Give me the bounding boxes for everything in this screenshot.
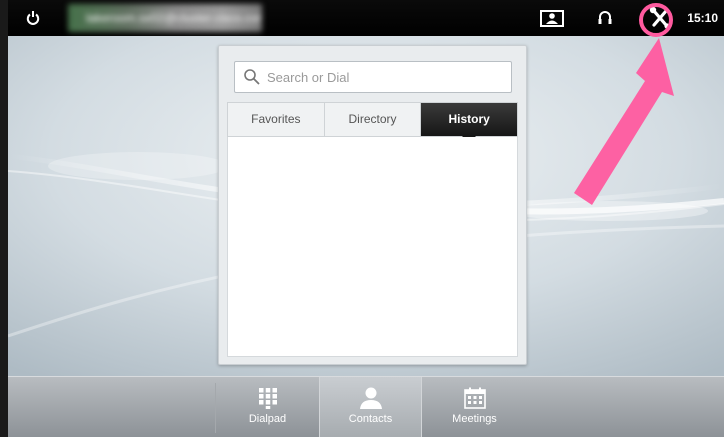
search-or-dial-input[interactable] [267, 69, 497, 85]
selfview-icon [540, 10, 564, 27]
dialpad-label: Dialpad [248, 413, 287, 425]
search-icon [244, 69, 260, 85]
contacts-panel: Favorites Directory History [218, 45, 527, 365]
selfview-button[interactable] [538, 0, 568, 36]
tab-favorites[interactable]: Favorites [228, 103, 325, 136]
top-status-bar: lakeroom.sx02@cluster.cisco.com 15:10 [8, 0, 724, 36]
tab-directory[interactable]: Directory [325, 103, 422, 136]
bottom-navigation-bar: Dialpad Contacts Meetings [8, 376, 724, 437]
search-box[interactable] [234, 61, 512, 93]
contacts-tab-bar: Favorites Directory History [227, 102, 518, 143]
settings-highlight-ring [639, 3, 673, 37]
system-name: lakeroom.sx02@cluster.cisco.com [68, 4, 262, 32]
contacts-label: Contacts [348, 413, 393, 425]
headset-button[interactable] [593, 0, 617, 36]
meetings-icon [463, 387, 486, 409]
headset-icon [598, 11, 612, 24]
contacts-icon [359, 387, 382, 409]
touch-panel-screen: lakeroom.sx02@cluster.cisco.com 15:10 Se… [8, 0, 724, 437]
history-list[interactable] [227, 137, 518, 357]
tab-history[interactable]: History [421, 103, 518, 143]
power-icon[interactable] [26, 10, 40, 26]
meetings-button[interactable]: Meetings [423, 377, 526, 437]
dialpad-button[interactable]: Dialpad [216, 377, 319, 437]
dialpad-icon [258, 388, 277, 409]
meetings-label: Meetings [452, 413, 497, 425]
clock: 15:10 [687, 11, 718, 25]
contacts-button[interactable]: Contacts [319, 377, 422, 437]
